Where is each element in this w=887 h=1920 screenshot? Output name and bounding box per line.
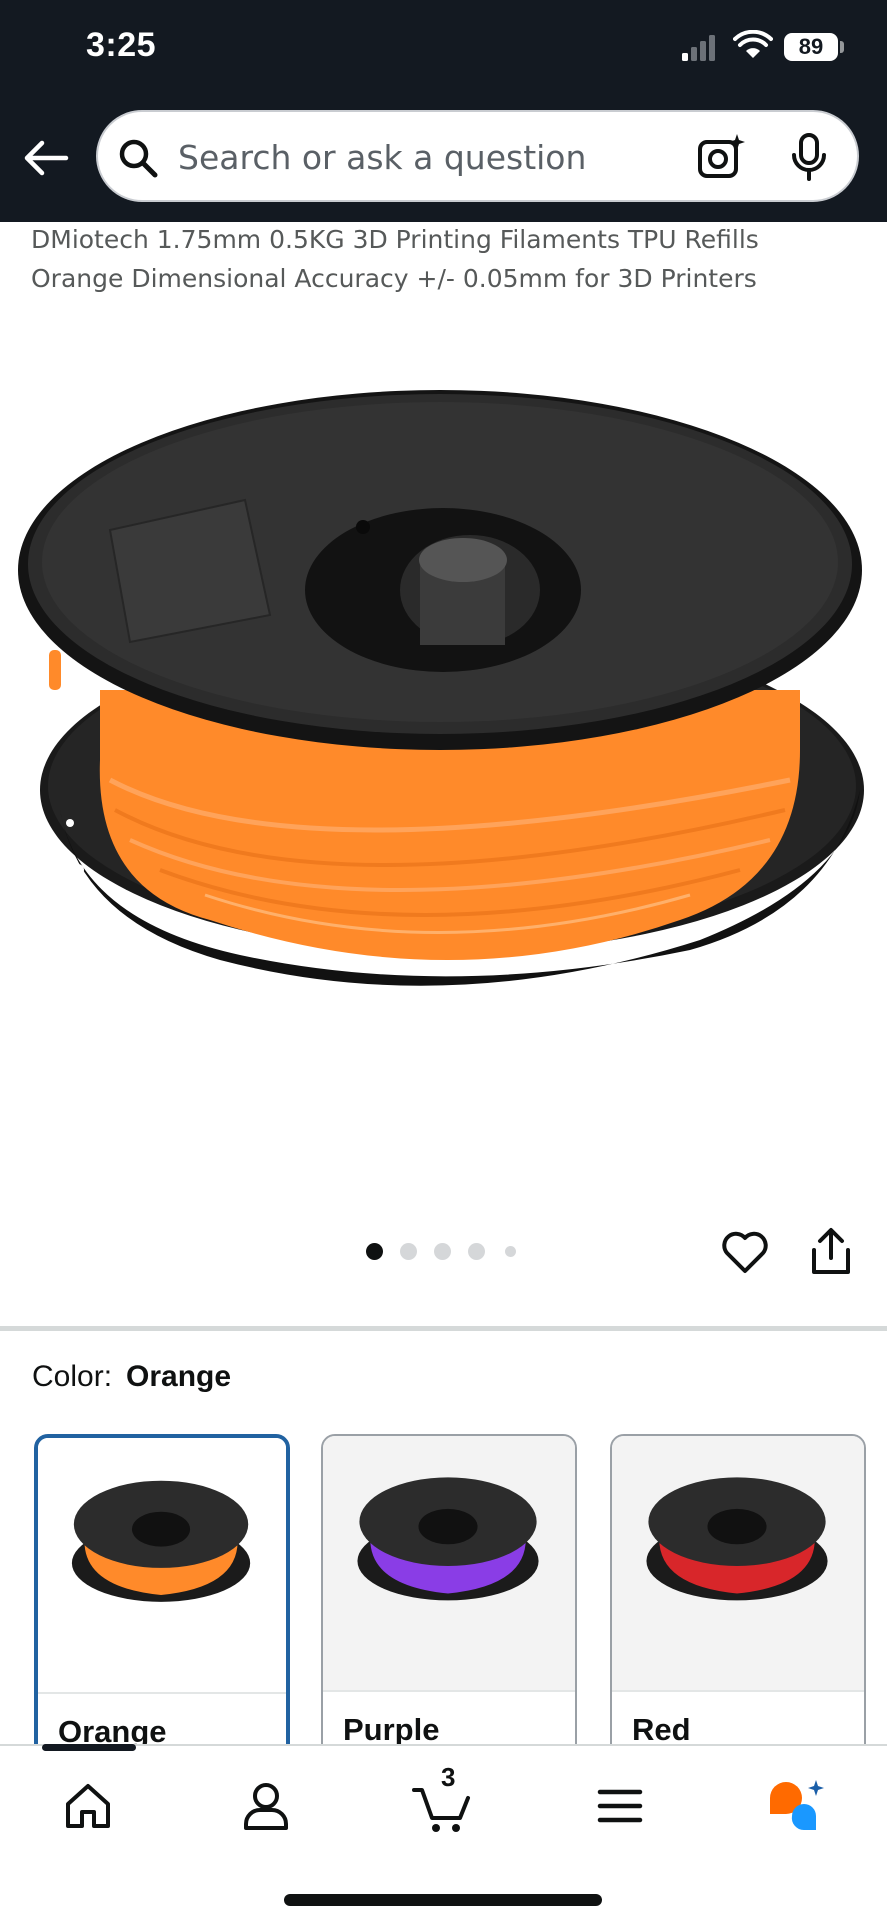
swatch-divider bbox=[612, 1690, 864, 1692]
home-indicator bbox=[284, 1894, 602, 1906]
battery-indicator: 89 bbox=[784, 33, 838, 61]
pager-dot[interactable] bbox=[400, 1243, 417, 1260]
swatch-divider bbox=[323, 1690, 575, 1692]
bottom-navigation: 3 bbox=[0, 1744, 887, 1920]
camera-search-icon[interactable] bbox=[696, 132, 746, 182]
color-option-label: Purple bbox=[343, 1712, 440, 1747]
cellular-signal-icon bbox=[682, 35, 715, 61]
product-image-filament-spool[interactable] bbox=[0, 360, 887, 1100]
product-title-line-1: DMiotech 1.75mm 0.5KG 3D Printing Filame… bbox=[31, 225, 759, 254]
swatch-thumbnail-purple bbox=[323, 1436, 575, 1690]
account-icon[interactable] bbox=[236, 1776, 296, 1836]
swatch-thumbnail-orange bbox=[38, 1438, 286, 1692]
rufus-assistant-icon[interactable] bbox=[764, 1776, 828, 1836]
color-option-orange[interactable]: Orange bbox=[34, 1434, 290, 1774]
section-divider bbox=[0, 1326, 887, 1331]
selected-color-name: Orange bbox=[126, 1360, 232, 1393]
status-time: 3:25 bbox=[86, 26, 157, 64]
product-title: DMiotech 1.75mm 0.5KG 3D Printing Filame… bbox=[31, 220, 861, 298]
color-option-label: Red bbox=[632, 1712, 691, 1747]
color-label-text: Color: bbox=[32, 1360, 113, 1393]
heart-icon[interactable] bbox=[719, 1226, 771, 1278]
wifi-icon bbox=[733, 30, 773, 58]
product-title-line-2: Orange Dimensional Accuracy +/- 0.05mm f… bbox=[31, 264, 757, 293]
home-icon[interactable] bbox=[58, 1776, 118, 1836]
pager-dot[interactable] bbox=[505, 1246, 516, 1257]
color-option-purple[interactable]: Purple bbox=[321, 1434, 577, 1774]
search-bar[interactable] bbox=[96, 110, 859, 202]
pager-dot[interactable] bbox=[366, 1243, 383, 1260]
back-arrow-icon[interactable] bbox=[20, 132, 72, 184]
swatch-thumbnail-red bbox=[612, 1436, 864, 1690]
color-option-red[interactable]: Red bbox=[610, 1434, 866, 1774]
cart-count-badge: 3 bbox=[441, 1762, 456, 1792]
header-bar: 3:25 89 bbox=[0, 0, 887, 222]
swatch-divider bbox=[38, 1692, 286, 1694]
active-tab-indicator bbox=[42, 1744, 136, 1751]
menu-icon[interactable] bbox=[590, 1776, 650, 1836]
pager-dot[interactable] bbox=[434, 1243, 451, 1260]
share-icon[interactable] bbox=[806, 1226, 856, 1278]
microphone-icon[interactable] bbox=[788, 132, 830, 182]
search-icon bbox=[119, 139, 158, 178]
pager-dot[interactable] bbox=[468, 1243, 485, 1260]
search-input[interactable] bbox=[176, 128, 676, 186]
battery-nub bbox=[840, 41, 844, 53]
color-selector-label: Color: Orange bbox=[32, 1360, 231, 1394]
